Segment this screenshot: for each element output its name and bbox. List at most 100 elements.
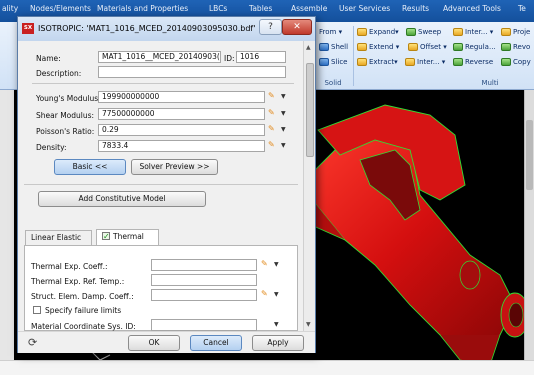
dialog-footer: ⟳ OK Cancel Apply: [18, 331, 315, 353]
name-field[interactable]: MAT1_1016__MCED_20140903(: [98, 51, 221, 63]
ribbon-from-button[interactable]: From ▾: [319, 28, 342, 36]
material-coord-sys-label: Material Coordinate Sys. ID:: [31, 322, 136, 331]
density-label: Density:: [36, 143, 67, 152]
struct-elem-damp-coeff-label: Struct. Elem. Damp. Coeff.:: [31, 292, 134, 301]
status-bar: [0, 360, 534, 375]
revolve-icon: [501, 43, 511, 51]
chevron-down-icon[interactable]: ▼: [281, 110, 286, 117]
tab-linear-elastic[interactable]: Linear Elastic: [25, 230, 92, 245]
ribbon-offset-button[interactable]: Offset ▾: [408, 43, 447, 51]
chevron-down-icon[interactable]: ▼: [274, 291, 279, 298]
tab-thermal[interactable]: Thermal: [96, 229, 159, 245]
sweep-icon: [406, 28, 416, 36]
menu-te[interactable]: Te: [518, 4, 526, 13]
folder-icon: [357, 43, 367, 51]
separator: [24, 184, 298, 185]
ribbon-regular-button[interactable]: Regula...: [453, 43, 496, 51]
ribbon-revolve-button[interactable]: Revo: [501, 43, 530, 51]
menu-advanced-tools[interactable]: Advanced Tools: [443, 4, 501, 13]
name-label: Name:: [36, 54, 61, 63]
viewport-scrollbar[interactable]: [524, 90, 534, 360]
menu-tables[interactable]: Tables: [249, 4, 272, 13]
slice-icon: [319, 58, 329, 66]
menu-quality[interactable]: ality: [2, 4, 18, 13]
ribbon-group-multi: Multi: [481, 79, 499, 87]
id-field[interactable]: 1016: [236, 51, 286, 63]
description-field[interactable]: [98, 66, 286, 78]
folder-icon: [405, 58, 415, 66]
ribbon-extend-button[interactable]: Extend ▾: [357, 43, 399, 51]
model-bracket[interactable]: [289, 104, 530, 366]
youngs-modulus-field[interactable]: 199900000000: [98, 91, 265, 103]
thermal-checkbox[interactable]: [102, 230, 110, 243]
menu-results[interactable]: Results: [402, 4, 429, 13]
youngs-modulus-label: Young's Modulus:: [36, 94, 101, 103]
scroll-down-icon[interactable]: ▼: [306, 321, 311, 328]
apply-button[interactable]: Apply: [252, 335, 304, 351]
scrollbar-thumb[interactable]: [526, 120, 533, 190]
specify-failure-limits-checkbox[interactable]: [33, 306, 41, 314]
ribbon-sweep-button[interactable]: Sweep: [406, 28, 441, 36]
ok-button[interactable]: OK: [128, 335, 180, 351]
field-edit-icon[interactable]: ✎: [268, 91, 275, 100]
menu-assemble[interactable]: Assemble: [291, 4, 327, 13]
description-label: Description:: [36, 69, 82, 78]
ribbon-intersect-button[interactable]: Inter... ▾: [405, 58, 445, 66]
menu-materials-properties[interactable]: Materials and Properties: [97, 4, 188, 13]
field-edit-icon[interactable]: ✎: [268, 140, 275, 149]
chevron-down-icon[interactable]: ▼: [281, 126, 286, 133]
ribbon-expand-button[interactable]: Expand▾: [357, 28, 399, 36]
refresh-icon[interactable]: ⟳: [28, 336, 37, 349]
ribbon-separator: [353, 26, 354, 86]
field-edit-icon[interactable]: ✎: [268, 124, 275, 133]
chevron-down-icon[interactable]: ▼: [274, 321, 279, 328]
chevron-down-icon[interactable]: ▼: [281, 142, 286, 149]
dialog-title-bar[interactable]: SX ISOTROPIC: 'MAT1_1016_MCED_2014090309…: [18, 17, 315, 41]
ribbon-reverse-button[interactable]: Reverse: [453, 58, 493, 66]
ribbon-shell-button[interactable]: Shell: [319, 43, 348, 51]
add-constitutive-model-button[interactable]: Add Constitutive Model: [38, 191, 206, 207]
shear-modulus-field[interactable]: 77500000000: [98, 108, 265, 120]
left-panel-edge: [0, 90, 14, 375]
shear-modulus-label: Shear Modulus:: [36, 111, 95, 120]
menu-user-services[interactable]: User Services: [339, 4, 390, 13]
folder-icon: [408, 43, 418, 51]
id-label: ID:: [224, 54, 235, 63]
ribbon-slice-button[interactable]: Slice: [319, 58, 348, 66]
folder-icon: [357, 58, 367, 66]
copy-icon: [501, 58, 511, 66]
ribbon-copy-button[interactable]: Copy: [501, 58, 531, 66]
ribbon-inter-button[interactable]: Inter... ▾: [453, 28, 493, 36]
folder-icon: [357, 28, 367, 36]
cancel-button[interactable]: Cancel: [190, 335, 242, 351]
thermal-exp-ref-temp-field[interactable]: [151, 274, 257, 286]
help-button[interactable]: ?: [259, 19, 282, 35]
ribbon-extract-button[interactable]: Extract▾: [357, 58, 398, 66]
material-coord-sys-field[interactable]: [151, 319, 257, 331]
scroll-up-icon[interactable]: ▲: [306, 44, 311, 51]
solver-preview-button[interactable]: Solver Preview >>: [131, 159, 218, 175]
menu-nodes-elements[interactable]: Nodes/Elements: [30, 4, 91, 13]
field-edit-icon[interactable]: ✎: [268, 108, 275, 117]
thermal-exp-coeff-field[interactable]: [151, 259, 257, 271]
close-button[interactable]: ✕: [282, 19, 312, 35]
struct-elem-damp-coeff-field[interactable]: [151, 289, 257, 301]
chevron-down-icon[interactable]: ▼: [281, 93, 286, 100]
density-field[interactable]: 7833.4: [98, 140, 265, 152]
dialog-scrollbar-thumb[interactable]: [306, 63, 314, 157]
app-logo-icon: SX: [22, 23, 34, 34]
field-edit-icon[interactable]: ✎: [261, 259, 268, 268]
poissons-ratio-label: Poisson's Ratio:: [36, 127, 95, 136]
dialog-scrollbar[interactable]: ▲ ▼: [303, 41, 315, 331]
thermal-exp-coeff-label: Thermal Exp. Coeff.:: [31, 262, 108, 271]
field-edit-icon[interactable]: ✎: [261, 289, 268, 298]
separator: [32, 83, 294, 84]
menu-lbcs[interactable]: LBCs: [209, 4, 227, 13]
chevron-down-icon[interactable]: ▼: [274, 261, 279, 268]
dialog-title: ISOTROPIC: 'MAT1_1016_MCED_2014090309503…: [38, 24, 256, 33]
basic-button[interactable]: Basic <<: [54, 159, 126, 175]
regular-icon: [453, 43, 463, 51]
poissons-ratio-field[interactable]: 0.29: [98, 124, 265, 136]
ribbon-project-button[interactable]: Proje: [501, 28, 530, 36]
thermal-tab-panel: Thermal Exp. Coeff.: ✎ ▼ Thermal Exp. Re…: [24, 245, 298, 331]
